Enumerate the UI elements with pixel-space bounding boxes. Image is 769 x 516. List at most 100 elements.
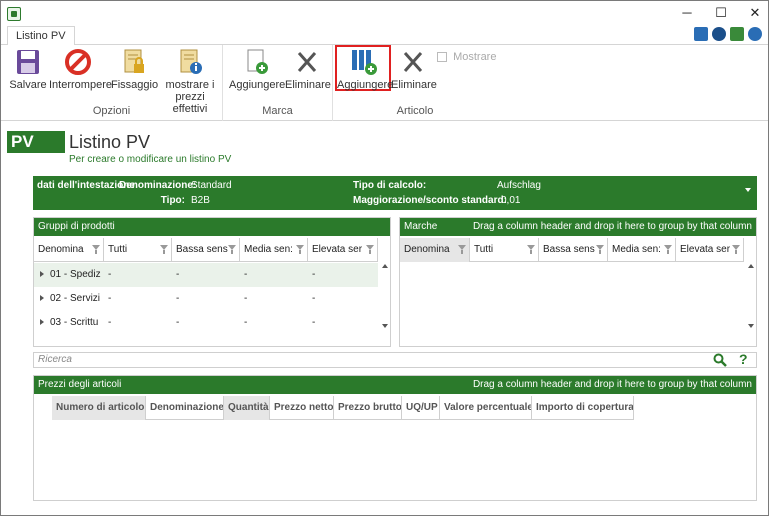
col-prezzo-brutto[interactable]: Prezzo brutto — [334, 396, 402, 420]
close-button[interactable]: ✕ — [738, 1, 769, 25]
maximize-button[interactable]: ☐ — [704, 1, 738, 25]
add-binders-icon — [347, 47, 379, 77]
denominazione-label: Denominazione: — [119, 180, 197, 191]
col-denominazione[interactable]: Denomina — [400, 238, 470, 262]
tab-listino-pv[interactable]: Listino PV — [7, 26, 75, 46]
maggiorazione-value: 0,01 — [501, 195, 521, 206]
ribbon-group-articolo: Aggiungere Eliminare Mostrare Articolo — [333, 45, 497, 121]
expand-chevron-icon[interactable] — [745, 188, 751, 192]
product-groups-column-header: Denomina Tutti Bassa sens Media sen: Ele… — [34, 238, 378, 262]
product-groups-scrollbar[interactable] — [378, 262, 390, 346]
product-groups-grid: Gruppi di prodotti Denomina Tutti Bassa … — [33, 217, 391, 347]
show-binders-icon — [437, 52, 447, 63]
article-prices-grid: Prezzi degli articoli Drag a column head… — [33, 375, 757, 501]
group-by-hint: Drag a column header and drop it here to… — [472, 221, 752, 232]
brands-scrollbar[interactable] — [744, 262, 756, 346]
filter-icon[interactable] — [160, 245, 168, 254]
quick-access-icons — [694, 27, 762, 41]
group-by-hint: Drag a column header and drop it here to… — [472, 379, 752, 390]
ribbon-group-marca: Aggiungere Eliminare Marca — [223, 45, 333, 121]
search-tools: ? — [713, 351, 757, 367]
filter-icon[interactable] — [596, 245, 604, 254]
app-window: ─ ☐ ✕ Listino PV Salvare Interrompere Fi… — [0, 0, 769, 516]
window-layout-icon[interactable] — [694, 27, 708, 41]
denominazione-value: Standard — [191, 180, 232, 191]
tipo-calcolo-label: Tipo di calcolo: — [353, 180, 427, 191]
tipo-label: Tipo: — [160, 195, 185, 206]
expand-row-icon[interactable] — [40, 319, 44, 326]
scroll-down-icon[interactable] — [748, 324, 754, 328]
col-bassa[interactable]: Bassa sens — [172, 238, 240, 262]
page-header: PV Listino PV Per creare o modificare un… — [7, 129, 767, 169]
table-row[interactable]: 02 - Servizi - - - - — [34, 287, 378, 311]
col-quantita[interactable]: Quantità — [224, 396, 270, 420]
filter-icon[interactable] — [664, 245, 672, 254]
col-prezzo-netto[interactable]: Prezzo netto — [270, 396, 334, 420]
search-input[interactable]: Ricerca — [33, 352, 757, 368]
help-question-icon[interactable]: ? — [739, 351, 748, 367]
scroll-up-icon[interactable] — [748, 264, 754, 268]
col-denominazione[interactable]: Denominazione — [146, 396, 224, 420]
cancel-button[interactable]: Interrompere — [49, 47, 112, 91]
users-icon[interactable] — [730, 27, 744, 41]
group-label-marca: Marca — [262, 105, 293, 117]
add-article-button[interactable]: Aggiungere — [335, 45, 393, 91]
delete-article-button[interactable]: Eliminare — [391, 47, 437, 91]
filter-icon[interactable] — [732, 245, 740, 254]
scroll-down-icon[interactable] — [382, 324, 388, 328]
tipo-value: B2B — [191, 195, 210, 206]
col-media[interactable]: Media sen: — [608, 238, 676, 262]
search-icon[interactable] — [713, 353, 727, 367]
table-row[interactable]: 03 - Scrittu - - - - — [34, 311, 378, 335]
col-tutti[interactable]: Tutti — [104, 238, 172, 262]
filter-icon[interactable] — [228, 245, 236, 254]
maggiorazione-label: Maggiorazione/sconto standard: — [353, 195, 507, 206]
add-brand-button[interactable]: Aggiungere — [229, 47, 285, 91]
delete-x-icon — [291, 47, 323, 77]
module-badge: PV — [7, 131, 65, 153]
table-row[interactable]: 01 - Spediz - - - - — [34, 263, 378, 287]
filter-icon[interactable] — [458, 245, 466, 254]
minimize-button[interactable]: ─ — [670, 1, 704, 25]
group-label-opzioni: Opzioni — [92, 105, 131, 117]
filter-icon[interactable] — [527, 245, 535, 254]
filter-icon[interactable] — [366, 245, 374, 254]
article-prices-column-header: Numero di articolo Denominazione Quantit… — [52, 396, 634, 420]
ribbon-tab-bar: Listino PV — [1, 25, 768, 46]
header-data-panel[interactable]: dati dell'intestazione Denominazione: St… — [33, 176, 757, 210]
delete-brand-button[interactable]: Eliminare — [285, 47, 331, 91]
col-importo-copertura[interactable]: Importo di copertura — [532, 396, 634, 420]
col-tutti[interactable]: Tutti — [470, 238, 539, 262]
ribbon: Salvare Interrompere Fissaggio mostrare … — [1, 45, 768, 121]
page-subtitle: Per creare o modificare un listino PV — [69, 154, 232, 165]
brands-grid: Marche Drag a column header and drop it … — [399, 217, 757, 347]
fix-button[interactable]: Fissaggio — [111, 47, 158, 91]
document-info-icon — [174, 47, 206, 77]
col-valore-percentuale[interactable]: Valore percentuale — [440, 396, 532, 420]
show-button[interactable]: Mostrare — [437, 51, 497, 63]
expand-row-icon[interactable] — [40, 271, 44, 278]
stop-icon — [62, 47, 94, 77]
ribbon-group-opzioni: Salvare Interrompere Fissaggio mostrare … — [1, 45, 223, 121]
col-media[interactable]: Media sen: — [240, 238, 308, 262]
save-button[interactable]: Salvare — [9, 47, 47, 91]
col-denominazione[interactable]: Denomina — [34, 238, 104, 262]
col-uq-up[interactable]: UQ/UP — [402, 396, 440, 420]
delete-x-icon — [397, 47, 429, 77]
filter-icon[interactable] — [92, 245, 100, 254]
tipo-calcolo-value: Aufschlag — [497, 180, 541, 191]
filter-icon[interactable] — [296, 245, 304, 254]
help-icon[interactable] — [748, 27, 762, 41]
scroll-up-icon[interactable] — [382, 264, 388, 268]
col-elevata[interactable]: Elevata ser — [308, 238, 378, 262]
title-bar: ─ ☐ ✕ — [1, 1, 768, 25]
article-prices-header: Prezzi degli articoli Drag a column head… — [34, 376, 756, 394]
group-label-articolo: Articolo — [396, 105, 434, 117]
navigate-icon[interactable] — [712, 27, 726, 41]
expand-row-icon[interactable] — [40, 295, 44, 302]
app-logo-icon — [7, 7, 21, 21]
col-numero-articolo[interactable]: Numero di articolo — [52, 396, 146, 420]
brands-column-header: Denomina Tutti Bassa sens Media sen: Ele… — [400, 238, 744, 262]
col-bassa[interactable]: Bassa sens — [539, 238, 608, 262]
col-elevata[interactable]: Elevata ser — [676, 238, 744, 262]
